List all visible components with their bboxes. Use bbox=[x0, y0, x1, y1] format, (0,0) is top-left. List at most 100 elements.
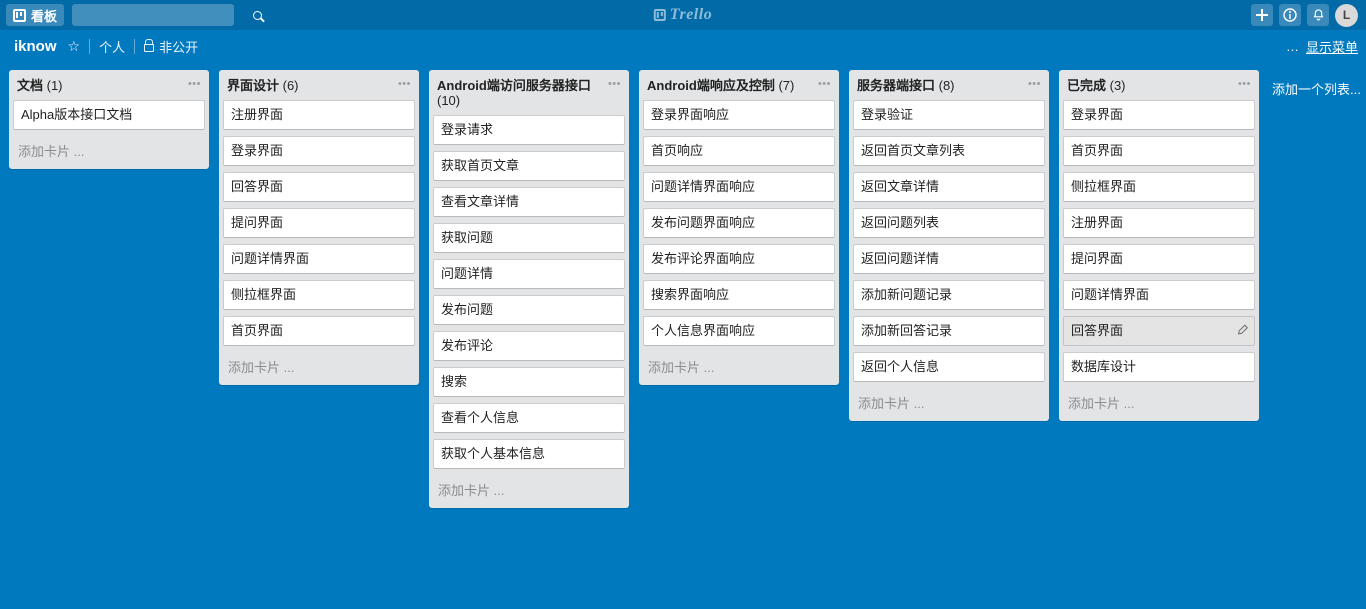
search-box[interactable] bbox=[72, 4, 263, 26]
card[interactable]: 添加新问题记录 bbox=[853, 280, 1045, 310]
list-title[interactable]: 界面设计 (6) bbox=[227, 78, 394, 93]
card[interactable]: 登录验证 bbox=[853, 100, 1045, 130]
list: 文档 (1) ••• Alpha版本接口文档 添加卡片 ... bbox=[9, 70, 209, 169]
list-header: 界面设计 (6) ••• bbox=[219, 70, 419, 100]
card[interactable]: 个人信息界面响应 bbox=[643, 316, 835, 346]
card[interactable]: 提问界面 bbox=[223, 208, 415, 238]
card-title: 发布问题 bbox=[441, 302, 494, 317]
add-card-button[interactable]: 添加卡片 ... bbox=[429, 475, 629, 506]
card[interactable]: 搜索 bbox=[433, 367, 625, 397]
card[interactable]: 首页界面 bbox=[223, 316, 415, 346]
card-title: 登录界面响应 bbox=[651, 107, 730, 122]
card-title: 搜索界面响应 bbox=[651, 287, 730, 302]
card-title: 登录界面 bbox=[231, 143, 284, 158]
card[interactable]: 问题详情界面响应 bbox=[643, 172, 835, 202]
card[interactable]: 返回问题详情 bbox=[853, 244, 1045, 274]
card[interactable]: 注册界面 bbox=[1063, 208, 1255, 238]
board-header: iknow ☆ 个人 非公开 … 显示菜单 bbox=[0, 30, 1366, 62]
card-list: 登录界面首页界面侧拉框界面注册界面提问界面问题详情界面 回答界面数据库设计 bbox=[1059, 100, 1259, 382]
card[interactable]: 回答界面 bbox=[1063, 316, 1255, 346]
plus-icon[interactable] bbox=[1251, 4, 1273, 26]
trello-board-icon bbox=[653, 9, 666, 21]
list-menu-icon[interactable]: ••• bbox=[1238, 78, 1251, 90]
trello-logo-text: Trello bbox=[669, 6, 713, 23]
search-icon[interactable] bbox=[253, 10, 263, 20]
list-menu-icon[interactable]: ••• bbox=[608, 78, 621, 90]
card[interactable]: 发布评论界面响应 bbox=[643, 244, 835, 274]
card[interactable]: 返回首页文章列表 bbox=[853, 136, 1045, 166]
info-icon[interactable] bbox=[1279, 4, 1301, 26]
card[interactable]: 获取个人基本信息 bbox=[433, 439, 625, 469]
card[interactable]: 获取首页文章 bbox=[433, 151, 625, 181]
card-title: 登录界面 bbox=[1071, 107, 1124, 122]
card[interactable]: 查看个人信息 bbox=[433, 403, 625, 433]
list-menu-icon[interactable]: ••• bbox=[398, 78, 411, 90]
card-title: 回答界面 bbox=[231, 179, 284, 194]
card[interactable]: 首页界面 bbox=[1063, 136, 1255, 166]
card[interactable]: 登录界面 bbox=[223, 136, 415, 166]
pencil-icon[interactable] bbox=[1237, 323, 1248, 340]
star-icon[interactable]: ☆ bbox=[68, 39, 81, 53]
list: 服务器端接口 (8) ••• 登录验证返回首页文章列表 返回文章详情 返回问题列表返回问… bbox=[849, 70, 1049, 421]
card[interactable]: 发布问题界面响应 bbox=[643, 208, 835, 238]
add-list-button[interactable]: 添加一个列表... bbox=[1264, 70, 1366, 98]
search-input[interactable] bbox=[77, 7, 254, 23]
board-title[interactable]: iknow bbox=[14, 38, 57, 55]
card[interactable]: 获取问题 bbox=[433, 223, 625, 253]
card-title: 个人信息界面响应 bbox=[651, 323, 756, 338]
card[interactable]: 返回问题列表 bbox=[853, 208, 1045, 238]
list-title[interactable]: 已完成 (3) bbox=[1067, 78, 1234, 93]
card[interactable]: 侧拉框界面 bbox=[1063, 172, 1255, 202]
board-visibility[interactable]: 非公开 bbox=[144, 37, 198, 56]
list-title-text: 已完成 bbox=[1067, 78, 1107, 93]
list-card-count: (3) bbox=[1106, 78, 1126, 93]
board-icon bbox=[13, 8, 26, 22]
card[interactable]: 返回文章详情 bbox=[853, 172, 1045, 202]
card[interactable]: 问题详情 bbox=[433, 259, 625, 289]
card-title: 返回问题详情 bbox=[861, 251, 940, 266]
list-title[interactable]: 文档 (1) bbox=[17, 78, 184, 93]
boards-button-label: 看板 bbox=[31, 8, 58, 24]
add-card-button[interactable]: 添加卡片 ... bbox=[849, 388, 1049, 419]
add-card-button[interactable]: 添加卡片 ... bbox=[9, 136, 209, 167]
list-title[interactable]: 服务器端接口 (8) bbox=[857, 78, 1024, 93]
card[interactable]: 首页响应 bbox=[643, 136, 835, 166]
boards-button[interactable]: 看板 bbox=[6, 4, 65, 26]
card[interactable]: 搜索界面响应 bbox=[643, 280, 835, 310]
card-title: 查看个人信息 bbox=[441, 410, 520, 425]
card[interactable]: 侧拉框界面 bbox=[223, 280, 415, 310]
board-team[interactable]: 个人 bbox=[99, 37, 125, 56]
show-menu-button[interactable]: … 显示菜单 bbox=[1286, 37, 1358, 56]
add-card-button[interactable]: 添加卡片 ... bbox=[219, 352, 419, 383]
card[interactable]: 添加新回答记录 bbox=[853, 316, 1045, 346]
list-menu-icon[interactable]: ••• bbox=[818, 78, 831, 90]
card[interactable]: 返回个人信息 bbox=[853, 352, 1045, 382]
card[interactable]: 发布问题 bbox=[433, 295, 625, 325]
card[interactable]: 登录请求 bbox=[433, 115, 625, 145]
card[interactable]: 登录界面 bbox=[1063, 100, 1255, 130]
list-title-text: Android端响应及控制 bbox=[647, 78, 775, 93]
add-card-button[interactable]: 添加卡片 ... bbox=[1059, 388, 1259, 419]
card[interactable]: 提问界面 bbox=[1063, 244, 1255, 274]
list-menu-icon[interactable]: ••• bbox=[188, 78, 201, 90]
lock-icon bbox=[144, 38, 155, 52]
bell-icon[interactable] bbox=[1307, 4, 1329, 26]
list-card-count: (10) bbox=[437, 93, 461, 108]
card-title: 侧拉框界面 bbox=[231, 287, 297, 302]
card[interactable]: 回答界面 bbox=[223, 172, 415, 202]
card[interactable]: 问题详情界面 bbox=[1063, 280, 1255, 310]
list-title[interactable]: Android端访问服务器接口 (10) bbox=[437, 78, 604, 108]
card[interactable]: 注册界面 bbox=[223, 100, 415, 130]
avatar[interactable]: L bbox=[1335, 3, 1358, 27]
card[interactable]: 查看文章详情 bbox=[433, 187, 625, 217]
card[interactable]: 数据库设计 bbox=[1063, 352, 1255, 382]
card[interactable]: 登录界面响应 bbox=[643, 100, 835, 130]
card-title: 获取首页文章 bbox=[441, 158, 520, 173]
card[interactable]: 发布评论 bbox=[433, 331, 625, 361]
list-title[interactable]: Android端响应及控制 (7) bbox=[647, 78, 814, 93]
card-title: 首页界面 bbox=[1071, 143, 1124, 158]
list-menu-icon[interactable]: ••• bbox=[1028, 78, 1041, 90]
card[interactable]: 问题详情界面 bbox=[223, 244, 415, 274]
add-card-button[interactable]: 添加卡片 ... bbox=[639, 352, 839, 383]
card[interactable]: Alpha版本接口文档 bbox=[13, 100, 205, 130]
